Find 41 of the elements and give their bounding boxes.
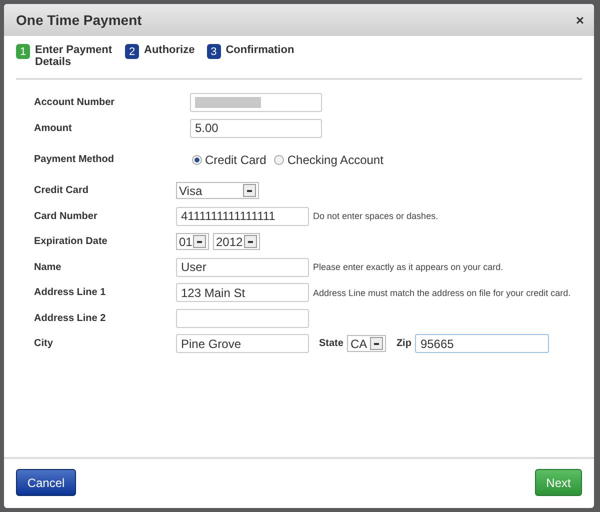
input-field[interactable]: 123 Main St (176, 283, 309, 302)
radio-label: Credit Card (205, 152, 266, 166)
field-label: Address Line 2 (34, 312, 107, 324)
field-label: Account Number (34, 97, 116, 108)
input-field[interactable]: 5.00 (190, 118, 322, 138)
field-label: City (34, 338, 54, 350)
radio-button[interactable] (192, 154, 202, 164)
card-type-select[interactable]: Visa (176, 182, 259, 200)
input-field[interactable]: 4111111111111111 (176, 206, 309, 226)
zip-field[interactable]: 95665 (415, 334, 550, 354)
field-label: Name (34, 262, 62, 273)
field-label: State (319, 338, 344, 350)
window-title: One Time Payment (16, 12, 142, 28)
close-button[interactable]: × (574, 13, 586, 27)
step-number: 2 (125, 44, 139, 59)
input-field[interactable]: User (176, 258, 309, 277)
step-number: 3 (206, 44, 221, 59)
step-label: Authorize (144, 44, 195, 56)
state-select[interactable]: CA (347, 335, 386, 352)
step-label: Enter Payment Details (35, 44, 113, 68)
radio-button[interactable] (274, 154, 284, 164)
input-field[interactable]: Pine Grove (176, 334, 309, 354)
hint-text: Do not enter spaces or dashes. (313, 211, 438, 222)
hint-text: Please enter exactly as it appears on your card. (313, 262, 504, 272)
field-label: Amount (34, 122, 73, 134)
year-select[interactable]: 2012 (213, 233, 260, 250)
input-field[interactable] (176, 308, 309, 328)
field-label: Credit Card (34, 185, 90, 196)
radio-label: Checking Account (287, 152, 384, 166)
step-number: 1 (16, 44, 30, 59)
cancel-button[interactable]: Cancel (16, 469, 76, 496)
input-field[interactable] (190, 93, 322, 112)
step-label: Confirmation (226, 44, 294, 56)
field-label: Payment Method (34, 154, 116, 165)
field-label: Address Line 1 (34, 287, 107, 298)
field-label: Card Number (34, 210, 98, 222)
field-label: Zip (396, 338, 412, 350)
field-label: Expiration Date (34, 236, 108, 248)
redacted-value (195, 97, 261, 108)
hint-text: Address Line must match the address on file for your credit card. (313, 288, 571, 298)
month-select[interactable]: 01 (176, 233, 209, 250)
